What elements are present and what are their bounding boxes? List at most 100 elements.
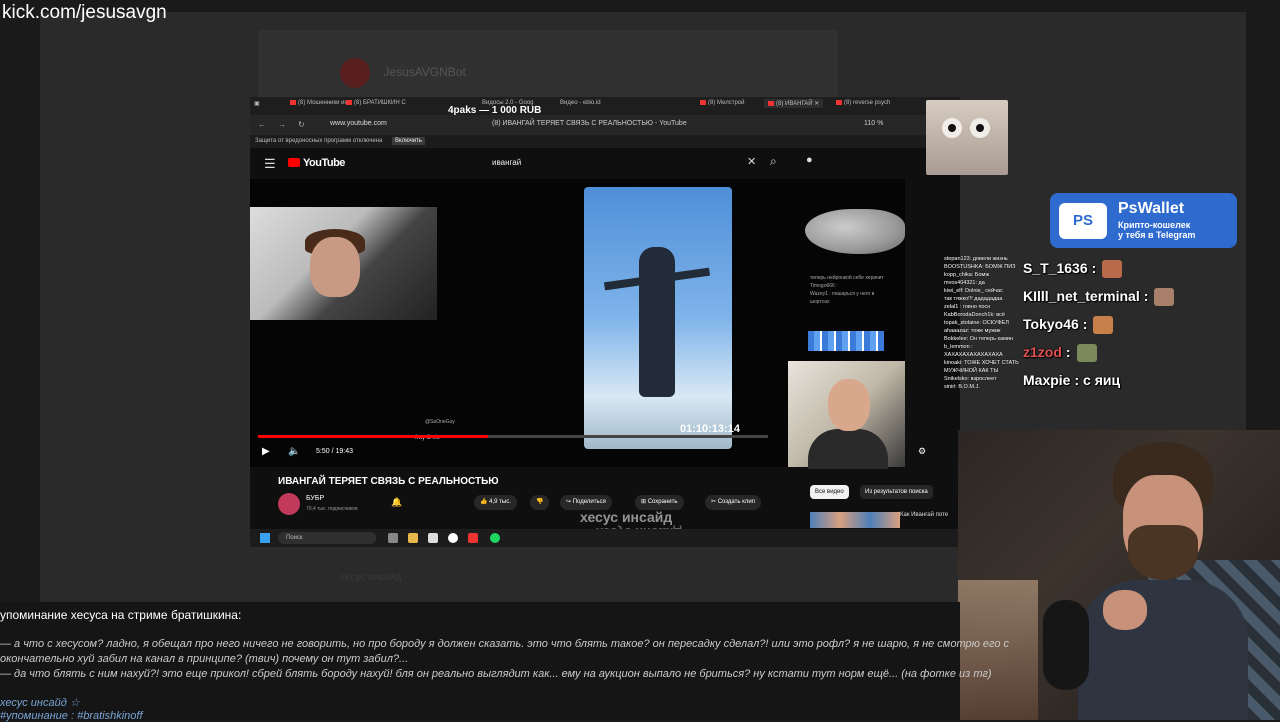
back-icon[interactable]: ←: [258, 120, 266, 129]
windows-taskbar: Поиск: [250, 529, 960, 547]
tab-4[interactable]: Видео - ebio.id: [560, 100, 601, 106]
small-chat-line: mvos404321: да: [944, 280, 985, 286]
body: [808, 429, 888, 469]
explorer-icon[interactable]: [408, 533, 418, 543]
youtube-icon: [346, 100, 352, 105]
zoom-level[interactable]: 110 %: [864, 120, 883, 127]
small-chat-line: МУЖЧИНОЙ КАК ТЫ: [944, 368, 999, 374]
settings-icon[interactable]: ⚙: [918, 446, 926, 457]
microphone: [1043, 600, 1089, 690]
youtube-logo-icon[interactable]: [288, 158, 300, 167]
related-title[interactable]: Как Ивангай поте: [900, 512, 948, 518]
small-chat-line: Snikelsko: взрослеет: [944, 376, 997, 382]
chat-text: :: [1091, 260, 1097, 276]
chat-username[interactable]: z1zod: [1023, 344, 1062, 360]
video-mini-chat: теперь нейронкой себе херачит Timogo666 …: [810, 275, 884, 305]
app-icon[interactable]: [468, 533, 478, 543]
small-chat-line: ahaaazaz: тоже мужик: [944, 328, 1001, 334]
pswallet-tagline: Крипто-кошелек у тебя в Telegram: [1118, 220, 1196, 240]
search-input[interactable]: ивангай: [492, 158, 521, 167]
windows-start-icon[interactable]: [260, 533, 270, 543]
chat-emote-icon: [1154, 288, 1175, 307]
face: [828, 379, 870, 431]
pswallet-logo: PS: [1059, 203, 1107, 239]
reload-icon[interactable]: ↻: [298, 120, 305, 129]
bell-icon[interactable]: 🔔: [391, 497, 402, 508]
save-button[interactable]: ⊞ Сохранить: [635, 495, 684, 510]
mic-icon[interactable]: ●: [806, 154, 813, 166]
tab-0[interactable]: (8) Мошенники ис: [290, 100, 348, 106]
menu-icon[interactable]: ☰: [264, 156, 276, 172]
tab-1[interactable]: (8) БРАТИШКИН С: [346, 100, 406, 106]
streamer-beard: [1128, 525, 1198, 580]
streamer-webcam-in-video: [250, 207, 437, 320]
clear-search-icon[interactable]: ✕: [747, 155, 756, 168]
youtube-icon: [768, 100, 774, 106]
faded-text: хесус инсайд: [340, 572, 402, 583]
youtube-logo-text[interactable]: YouTube: [303, 157, 345, 169]
enable-protection-button[interactable]: Включить: [392, 137, 425, 145]
chat-username[interactable]: Tokyo46: [1023, 316, 1079, 332]
video-title: ИВАНГАЙ ТЕРЯЕТ СВЯЗЬ С РЕАЛЬНОСТЬЮ: [278, 476, 499, 487]
chat-message: KIlll_net_terminal:: [1023, 288, 1175, 307]
rock-image: [805, 209, 905, 254]
url-field[interactable]: www.youtube.com: [330, 120, 387, 127]
watermark: хесус инсайд: [580, 509, 673, 525]
like-button[interactable]: 👍 4,9 тыс.: [474, 495, 517, 510]
chat-username[interactable]: Maxpie: [1023, 372, 1070, 388]
address-bar: ← → ↻ www.youtube.com (8) ИВАНГАЙ ТЕРЯЕТ…: [250, 115, 960, 135]
store-icon[interactable]: [428, 533, 438, 543]
browser-menu-icon[interactable]: ▣: [254, 100, 260, 107]
forward-icon[interactable]: →: [278, 120, 286, 129]
protection-bar: Защита от вредоносных программ отключена…: [250, 135, 960, 148]
vertical-video: [584, 187, 732, 449]
chat-text: :: [1082, 316, 1088, 332]
play-icon[interactable]: ▶: [262, 446, 270, 457]
small-chat-line: kopp_chika: Бомж: [944, 272, 990, 278]
youtube-header: ☰ YouTube ивангай ✕ ⌕ ●: [250, 148, 960, 178]
chip-all-videos[interactable]: Все видео: [810, 485, 849, 499]
chip-from-search[interactable]: Из результатов поиска: [860, 485, 933, 499]
channel-avatar[interactable]: [278, 493, 300, 515]
background-clutter: [958, 580, 1038, 720]
progress-bar[interactable]: [258, 435, 768, 438]
small-chat-line: stepan123: довели жизнь: [944, 256, 1008, 262]
faded-avatar: [340, 58, 370, 88]
chat-text: :: [1143, 288, 1149, 304]
small-chat: stepan123: довели жизнь BOOSTUSHKA: БОМЖ …: [944, 255, 1019, 391]
progress-played: [258, 435, 488, 438]
dislike-button[interactable]: 👎: [530, 495, 550, 510]
tab-7[interactable]: (8) reverse psych: [836, 100, 890, 106]
chat-emote-icon: [1102, 260, 1123, 279]
post-tags[interactable]: #упоминание : #bratishkinoff: [0, 710, 143, 722]
search-icon[interactable]: ⌕: [770, 154, 777, 169]
small-chat-line: sinirl: B.O.M.J.: [944, 384, 980, 390]
yandex-icon[interactable]: [448, 533, 458, 543]
channel-name[interactable]: БУБР: [306, 495, 324, 502]
clip-button[interactable]: ✂ Создать клип: [705, 495, 761, 510]
task-view-icon[interactable]: [388, 533, 398, 543]
post-title: упоминание хесуса на стриме братишкина:: [0, 608, 242, 622]
related-thumbnail[interactable]: [810, 512, 900, 528]
protection-text: Защита от вредоносных программ отключена: [255, 138, 383, 144]
pswallet-ad: PS PsWallet Крипто-кошелек у тебя в Tele…: [1050, 193, 1237, 248]
chat-message: Maxpie: с яиц: [1023, 372, 1120, 388]
chat-username[interactable]: S_T_1636: [1023, 260, 1088, 276]
chat-username[interactable]: KIlll_net_terminal: [1023, 288, 1140, 304]
youtube-icon: [836, 100, 842, 105]
taskbar-search[interactable]: Поиск: [278, 532, 376, 544]
post-line-3: — да что блять с ним нахуй?! это еще при…: [0, 668, 992, 680]
small-chat-line: так тяжко!!! дадададаа: [944, 296, 1003, 302]
tab-5[interactable]: (8) Мелстрой: [700, 100, 744, 106]
video-player[interactable]: @SaOneGuy fray & vie 01:10:13:14 теперь …: [250, 179, 905, 469]
spotify-icon[interactable]: [490, 533, 500, 543]
face: [310, 237, 360, 297]
faded-name: JesusAVGNBot: [383, 65, 466, 80]
chat-message: S_T_1636:: [1023, 260, 1123, 279]
small-chat-line: KabBorodaDonch1k: всё: [944, 312, 1005, 318]
small-chat-line: BOOSTUSHKA: БОМЖ ПИЗ: [944, 264, 1016, 270]
tab-6-active[interactable]: (8) ИВАНГАЙ ✕: [764, 99, 824, 108]
share-button[interactable]: ↪ Поделиться: [560, 495, 612, 510]
small-chat-line: topak_stolaine: ОСКУФЕЛ: [944, 320, 1009, 326]
volume-icon[interactable]: 🔈: [288, 446, 300, 457]
